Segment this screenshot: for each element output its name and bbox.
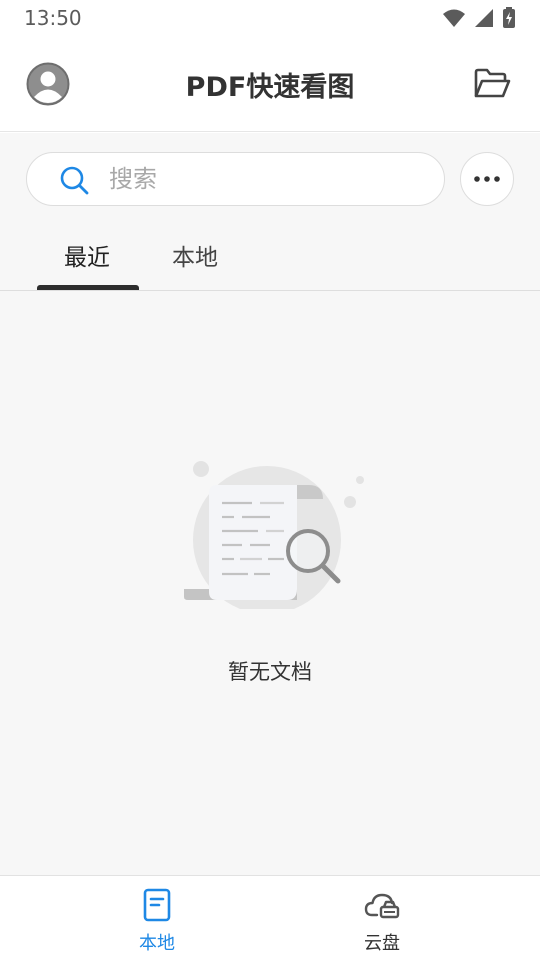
folder-open-icon <box>474 68 511 98</box>
wifi-icon <box>443 9 465 27</box>
document-list-area: 暂无文档 <box>0 291 540 875</box>
page-title: PDF快速看图 <box>185 71 355 103</box>
signal-icon <box>475 9 493 27</box>
tab-bar: 最近 本地 <box>0 213 540 291</box>
tab-local[interactable]: 本地 <box>172 238 218 278</box>
search-box[interactable] <box>26 152 445 206</box>
bottom-navigation: 本地 云盘 <box>0 875 540 960</box>
cloud-drive-icon <box>364 893 400 919</box>
local-file-icon <box>143 888 171 922</box>
avatar-icon <box>26 62 70 106</box>
empty-state-text: 暂无文档 <box>228 660 312 684</box>
nav-label-local: 本地 <box>139 933 175 954</box>
app-screen: 13:50 PDF快速看图 搜索 最近 本地 暂无文档 本地 云盘 <box>0 0 540 960</box>
more-options-button[interactable] <box>460 152 514 206</box>
search-row <box>0 133 540 213</box>
status-bar: 13:50 <box>0 0 540 36</box>
search-icon <box>60 166 89 195</box>
status-icons <box>442 7 516 29</box>
nav-item-local[interactable]: 本地 <box>97 876 217 960</box>
tab-recent[interactable]: 最近 <box>64 238 110 278</box>
app-header: PDF快速看图 <box>0 36 540 132</box>
nav-item-cloud[interactable]: 云盘 <box>322 876 442 960</box>
empty-document-search-icon <box>184 461 364 609</box>
more-dots-icon <box>474 176 500 182</box>
battery-charging-icon <box>503 7 515 28</box>
status-time: 13:50 <box>24 6 82 30</box>
avatar-button[interactable] <box>26 62 70 106</box>
open-folder-button[interactable] <box>472 66 512 102</box>
active-tab-indicator <box>37 285 139 290</box>
search-input[interactable] <box>109 153 429 205</box>
nav-label-cloud: 云盘 <box>364 933 400 954</box>
